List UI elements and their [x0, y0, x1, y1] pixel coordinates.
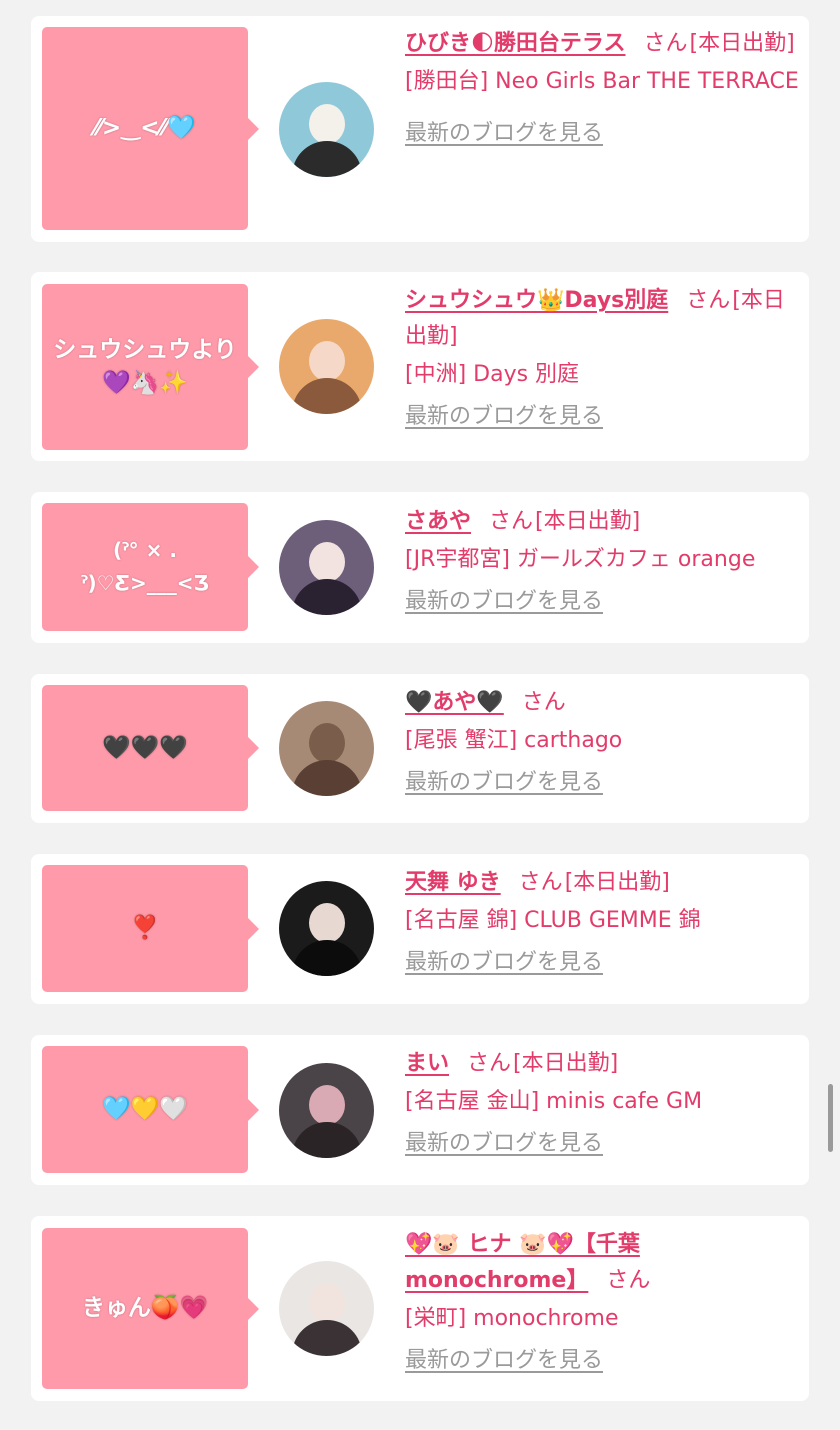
avatar-face	[309, 723, 345, 763]
message-bubble: ❣️	[42, 865, 259, 992]
avatar[interactable]	[279, 701, 374, 796]
avatar-hair	[292, 378, 362, 414]
cast-card: ❣️ 天舞 ゆき さん[本日出勤] [名古屋 錦] CLUB GEMME 錦 最新…	[31, 854, 809, 1004]
cast-card: ⁄⁄>‿<⁄⁄🩵 ひびき🌓勝田台テラス さん[本日出勤] [勝田台] Neo Gi…	[31, 16, 809, 242]
attendance-status: [本日出勤]	[535, 509, 641, 534]
san-label: さん	[606, 1268, 651, 1293]
message-text: 🖤🖤🖤	[102, 734, 188, 761]
latest-blog-link[interactable]: 最新のブログを見る	[405, 116, 603, 152]
san-label: さん	[518, 870, 563, 895]
cast-info: さあや さん[本日出勤] [JR宇都宮] ガールズカフェ orange 最新のブロ…	[405, 504, 799, 620]
message-text: (ˀ° × . ˀ)♡Ƹ>___<Ʒ	[80, 538, 209, 595]
honorific: さん[本日出勤]	[489, 509, 640, 534]
san-label: さん	[643, 31, 688, 56]
attendance-status: [本日出勤]	[564, 870, 670, 895]
attendance-status: [本日出勤]	[689, 31, 795, 56]
shop-label[interactable]: [名古屋 金山] minis cafe GM	[405, 1084, 799, 1120]
avatar-face	[309, 341, 345, 381]
honorific: さん[本日出勤]	[644, 31, 795, 56]
message-text: 🩵💛🤍	[102, 1096, 188, 1122]
avatar[interactable]	[279, 82, 374, 177]
message-bubble: シュウシュウより💜🦄✨	[42, 284, 259, 450]
message-bubble: 🩵💛🤍	[42, 1046, 259, 1173]
message-text: ⁄⁄>‿<⁄⁄🩵	[94, 115, 196, 141]
honorific: さん	[522, 690, 568, 715]
cast-name-link[interactable]: 🖤あや🖤	[405, 690, 504, 715]
avatar[interactable]	[279, 520, 374, 615]
san-label: さん	[521, 690, 566, 715]
shop-label[interactable]: [尾張 蟹江] carthago	[405, 723, 799, 759]
avatar-face	[309, 542, 345, 582]
cast-card: (ˀ° × . ˀ)♡Ƹ>___<Ʒ さあや さん[本日出勤] [JR宇都宮] ガ…	[31, 492, 809, 643]
cast-name-link[interactable]: シュウシュウ👑Days別庭	[405, 288, 668, 313]
cast-info: まい さん[本日出勤] [名古屋 金山] minis cafe GM 最新のブログ…	[405, 1046, 799, 1162]
avatar-hair	[292, 1122, 362, 1158]
san-label: さん	[686, 288, 731, 313]
message-text: きゅん🍑💗	[81, 1295, 209, 1321]
avatar-face	[309, 903, 345, 943]
latest-blog-link[interactable]: 最新のブログを見る	[405, 399, 603, 435]
shop-label[interactable]: [JR宇都宮] ガールズカフェ orange	[405, 542, 799, 578]
avatar-face	[309, 1085, 345, 1125]
cast-info: 💖🐷 ヒナ 🐷💖【千葉monochrome】 さん [栄町] monochrome…	[405, 1227, 689, 1379]
message-bubble: (ˀ° × . ˀ)♡Ƹ>___<Ʒ	[42, 503, 259, 631]
cast-card: シュウシュウより💜🦄✨ シュウシュウ👑Days別庭 さん[本日出勤] [中洲] D…	[31, 272, 809, 461]
avatar-hair	[292, 141, 362, 177]
avatar-hair	[292, 1320, 362, 1356]
san-label: さん	[467, 1051, 512, 1076]
latest-blog-link[interactable]: 最新のブログを見る	[405, 1343, 603, 1379]
cast-info: 🖤あや🖤 さん [尾張 蟹江] carthago 最新のブログを見る	[405, 685, 799, 801]
cast-name-link[interactable]: まい	[405, 1051, 449, 1076]
cast-card: きゅん🍑💗 💖🐷 ヒナ 🐷💖【千葉monochrome】 さん [栄町] mono…	[31, 1216, 809, 1401]
shop-label[interactable]: [勝田台] Neo Girls Bar THE TERRACE	[405, 64, 799, 100]
cast-blog-list: ⁄⁄>‿<⁄⁄🩵 ひびき🌓勝田台テラス さん[本日出勤] [勝田台] Neo Gi…	[0, 0, 840, 1430]
latest-blog-link[interactable]: 最新のブログを見る	[405, 1126, 603, 1162]
cast-name-link[interactable]: さあや	[405, 509, 471, 534]
avatar-face	[309, 104, 345, 144]
message-bubble: きゅん🍑💗	[42, 1228, 259, 1389]
honorific: さん	[606, 1268, 652, 1293]
cast-name-link[interactable]: 天舞 ゆき	[405, 870, 501, 895]
honorific: さん[本日出勤]	[467, 1051, 618, 1076]
attendance-status: [本日出勤]	[513, 1051, 619, 1076]
cast-info: シュウシュウ👑Days別庭 さん[本日出勤] [中洲] Days 別庭 最新のブロ…	[405, 283, 799, 435]
avatar[interactable]	[279, 1261, 374, 1356]
message-bubble: 🖤🖤🖤	[42, 685, 259, 811]
latest-blog-link[interactable]: 最新のブログを見る	[405, 765, 603, 801]
shop-label[interactable]: [栄町] monochrome	[405, 1301, 689, 1337]
avatar-face	[309, 1283, 345, 1323]
avatar-hair	[292, 940, 362, 976]
latest-blog-link[interactable]: 最新のブログを見る	[405, 945, 603, 981]
cast-card: 🖤🖤🖤 🖤あや🖤 さん [尾張 蟹江] carthago 最新のブログを見る	[31, 674, 809, 823]
shop-label[interactable]: [中洲] Days 別庭	[405, 357, 799, 393]
san-label: さん	[489, 509, 534, 534]
message-text: シュウシュウより💜🦄✨	[53, 337, 237, 396]
message-text: ❣️	[130, 915, 160, 941]
avatar-hair	[292, 760, 362, 796]
avatar[interactable]	[279, 319, 374, 414]
honorific: さん[本日出勤]	[519, 870, 670, 895]
message-bubble: ⁄⁄>‿<⁄⁄🩵	[42, 27, 259, 230]
latest-blog-link[interactable]: 最新のブログを見る	[405, 584, 603, 620]
cast-name-link[interactable]: ひびき🌓勝田台テラス	[405, 31, 626, 56]
cast-info: 天舞 ゆき さん[本日出勤] [名古屋 錦] CLUB GEMME 錦 最新のブロ…	[405, 865, 799, 981]
avatar[interactable]	[279, 1063, 374, 1158]
avatar-hair	[292, 579, 362, 615]
avatar[interactable]	[279, 881, 374, 976]
shop-label[interactable]: [名古屋 錦] CLUB GEMME 錦	[405, 903, 799, 939]
cast-name-link[interactable]: 💖🐷 ヒナ 🐷💖【千葉monochrome】	[405, 1232, 640, 1293]
cast-info: ひびき🌓勝田台テラス さん[本日出勤] [勝田台] Neo Girls Bar T…	[405, 26, 799, 152]
scrollbar-thumb[interactable]	[828, 1084, 833, 1152]
cast-card: 🩵💛🤍 まい さん[本日出勤] [名古屋 金山] minis cafe GM 最新…	[31, 1035, 809, 1185]
